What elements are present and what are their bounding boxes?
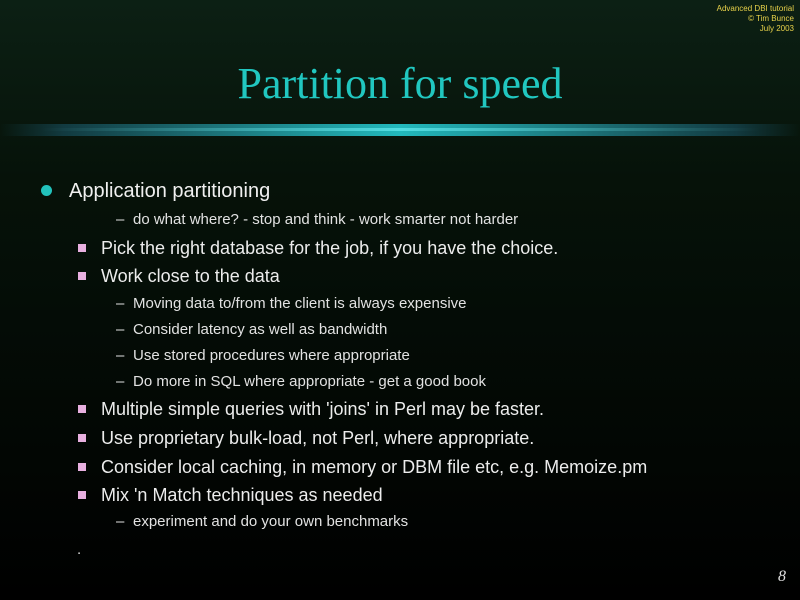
bullet-text: Consider local caching, in memory or DBM… xyxy=(101,457,648,477)
corner-note: Advanced DBI tutorial © Tim Bunce July 2… xyxy=(717,4,794,34)
bullet-text: do what where? - stop and think - work s… xyxy=(133,211,519,228)
bullet-text: Work close to the data xyxy=(101,266,280,286)
bullet-item: Multiple simple queries with 'joins' in … xyxy=(78,398,545,420)
bullet-text: Moving data to/from the client is always… xyxy=(133,295,467,312)
square-bullet-icon xyxy=(78,272,86,280)
square-bullet-icon xyxy=(78,491,86,499)
corner-note-line-3: July 2003 xyxy=(759,24,794,33)
square-bullet-icon xyxy=(78,434,86,442)
bullet-item: Pick the right database for the job, if … xyxy=(78,237,559,259)
bullet-text: Consider latency as well as bandwidth xyxy=(133,321,388,338)
bullet-text: Multiple simple queries with 'joins' in … xyxy=(101,399,545,419)
sub-bullet-item: – Moving data to/from the client is alwa… xyxy=(116,294,467,314)
bullet-item: Mix 'n Match techniques as needed xyxy=(78,484,383,506)
bullet-item: Application partitioning xyxy=(41,180,271,202)
corner-note-line-1: Advanced DBI tutorial xyxy=(716,4,794,13)
dash-bullet-icon: – xyxy=(116,373,125,390)
bullet-text: experiment and do your own benchmarks xyxy=(133,513,409,530)
dash-bullet-icon: – xyxy=(116,347,125,364)
slide: Advanced DBI tutorial © Tim Bunce July 2… xyxy=(0,0,800,600)
slide-title: Partition for speed xyxy=(237,59,563,108)
bullet-text: Use stored procedures where appropriate xyxy=(133,347,410,364)
title-divider xyxy=(0,124,800,136)
dash-bullet-icon: – xyxy=(116,295,125,312)
bullet-text: Use proprietary bulk-load, not Perl, whe… xyxy=(101,428,535,448)
sub-bullet-item: – Do more in SQL where appropriate - get… xyxy=(116,372,486,392)
bullet-item: Work close to the data xyxy=(78,265,280,287)
square-bullet-icon xyxy=(78,463,86,471)
page-number: 8 xyxy=(778,568,786,585)
dash-bullet-icon: – xyxy=(116,211,125,228)
dash-bullet-icon: – xyxy=(116,513,125,530)
sub-bullet-item: – Consider latency as well as bandwidth xyxy=(116,320,388,340)
sub-bullet-item: – Use stored procedures where appropriat… xyxy=(116,346,410,366)
bullet-item: Consider local caching, in memory or DBM… xyxy=(78,456,648,478)
bullet-item: Use proprietary bulk-load, not Perl, whe… xyxy=(78,427,535,449)
corner-note-line-2: © Tim Bunce xyxy=(748,14,794,23)
bullet-text: Mix 'n Match techniques as needed xyxy=(101,485,383,505)
square-bullet-icon xyxy=(78,244,86,252)
sub-bullet-item: – do what where? - stop and think - work… xyxy=(116,210,519,230)
square-bullet-icon xyxy=(78,405,86,413)
sub-bullet-item: – experiment and do your own benchmarks xyxy=(116,512,409,532)
trailing-mark: . xyxy=(77,541,82,558)
round-bullet-icon xyxy=(41,185,52,196)
bullet-text: Application partitioning xyxy=(69,180,271,202)
dash-bullet-icon: – xyxy=(116,321,125,338)
bullet-text: Do more in SQL where appropriate - get a… xyxy=(133,373,486,390)
bullet-text: Pick the right database for the job, if … xyxy=(101,238,559,258)
